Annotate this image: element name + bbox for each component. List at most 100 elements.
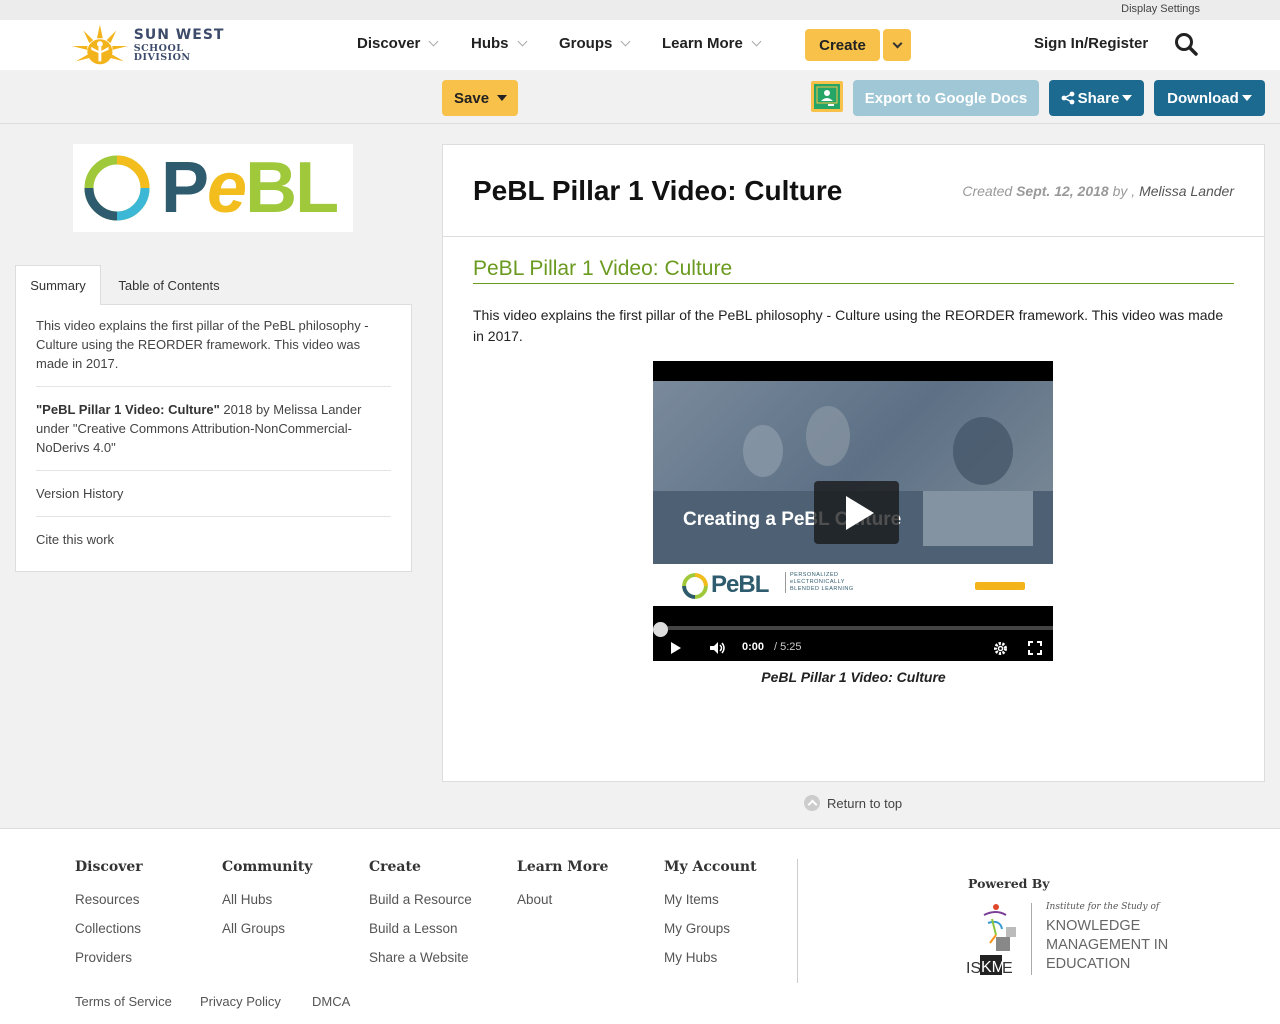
caret-down-icon	[497, 95, 508, 101]
play-icon	[845, 495, 874, 530]
footer-heading: Learn More	[517, 859, 609, 875]
site-header: SUN WEST SCHOOL DIVISION Discover Hubs G…	[0, 20, 1280, 70]
iskme-acronym-e: E	[1002, 960, 1013, 977]
license-title: "PeBL Pillar 1 Video: Culture"	[36, 402, 220, 417]
video-current-time: 0:00	[742, 641, 765, 653]
resource-meta: Created Sept. 12, 2018 by , Melissa Land…	[962, 183, 1234, 199]
video-caption: PeBL Pillar 1 Video: Culture	[761, 669, 946, 685]
sun-west-small-logo	[975, 582, 1025, 590]
footer-col-learn-more: Learn More About	[517, 859, 608, 914]
page-title: PeBL Pillar 1 Video: Culture	[473, 175, 843, 206]
create-button[interactable]: Create	[805, 29, 880, 61]
share-button[interactable]: Share	[1049, 80, 1144, 116]
nav-groups-label: Groups	[559, 35, 613, 52]
footer-heading: My Account	[664, 859, 757, 875]
author-link[interactable]: Melissa Lander	[1139, 183, 1234, 199]
pebl-circle-logo-icon	[84, 155, 150, 221]
footer-link-about[interactable]: About	[517, 885, 608, 914]
iskme-logo[interactable]: IS KM E Institute for the Study of KNOWL…	[966, 901, 1176, 981]
iskme-acronym-is: IS	[966, 960, 981, 977]
divider	[36, 516, 391, 517]
license-text: "PeBL Pillar 1 Video: Culture" 2018 by M…	[36, 400, 391, 457]
pebl-resource-logo: PeBL	[73, 144, 353, 232]
footer-link-providers[interactable]: Providers	[75, 943, 143, 972]
nav-discover[interactable]: Discover	[357, 35, 439, 52]
chevron-up-icon	[804, 795, 820, 811]
footer-col-create: Create Build a Resource Build a Lesson S…	[369, 859, 472, 972]
footer-link-my-groups[interactable]: My Groups	[664, 914, 757, 943]
footer-link-share-website[interactable]: Share a Website	[369, 943, 472, 972]
footer-link-all-hubs[interactable]: All Hubs	[222, 885, 312, 914]
footer-link-my-items[interactable]: My Items	[664, 885, 757, 914]
chevron-down-icon	[892, 38, 902, 48]
play-icon[interactable]	[670, 641, 682, 655]
classroom-person-icon	[816, 86, 838, 106]
section-title: PeBL Pillar 1 Video: Culture	[473, 257, 1234, 284]
save-button[interactable]: Save	[442, 80, 518, 116]
volume-icon[interactable]	[709, 641, 727, 655]
sun-west-logo[interactable]: SUN WEST SCHOOL DIVISION	[70, 20, 240, 70]
footer-link-collections[interactable]: Collections	[75, 914, 143, 943]
pebl-circle-logo-icon	[682, 573, 708, 599]
cite-work-link[interactable]: Cite this work	[36, 530, 391, 549]
tab-table-of-contents[interactable]: Table of Contents	[104, 265, 234, 305]
play-button[interactable]	[814, 481, 899, 544]
terms-of-service-link[interactable]: Terms of Service	[75, 994, 172, 1009]
footer-col-discover: Discover Resources Collections Providers	[75, 859, 143, 972]
video-frame: Creating a PeBL Culture	[653, 381, 1053, 564]
chevron-down-icon	[517, 36, 527, 47]
nav-groups[interactable]: Groups	[559, 35, 631, 52]
footer-col-community: Community All Hubs All Groups	[222, 859, 312, 943]
version-history-link[interactable]: Version History	[36, 484, 391, 503]
footer-link-my-hubs[interactable]: My Hubs	[664, 943, 757, 972]
dmca-link[interactable]: DMCA	[312, 994, 350, 1009]
title-row: PeBL Pillar 1 Video: Culture Created Sep…	[443, 145, 1264, 237]
nav-learn-more[interactable]: Learn More	[662, 35, 762, 52]
return-to-top-label: Return to top	[827, 795, 903, 811]
brand-name: SUN WEST	[133, 26, 225, 43]
privacy-policy-link[interactable]: Privacy Policy	[200, 994, 281, 1009]
footer-link-build-lesson[interactable]: Build a Lesson	[369, 914, 472, 943]
divider	[36, 470, 391, 471]
display-settings-link[interactable]: Display Settings	[1121, 3, 1200, 15]
video-player[interactable]: Creating a PeBL Culture PeBL PERSONALIZE…	[653, 361, 1053, 661]
tab-summary[interactable]: Summary	[15, 265, 101, 305]
banner-tagline: PERSONALIZED eLECTRONICALLY BLENDED LEAR…	[785, 572, 855, 593]
footer-link-all-groups[interactable]: All Groups	[222, 914, 312, 943]
created-date: Sept. 12, 2018	[1016, 183, 1109, 199]
footer-heading: Discover	[75, 859, 143, 875]
iskme-wordmark: Institute for the Study of KNOWLEDGE MAN…	[1046, 902, 1169, 972]
chevron-down-icon	[428, 36, 439, 47]
utility-bar: Display Settings	[0, 0, 1280, 20]
caret-down-icon	[1241, 95, 1252, 101]
summary-text: This video explains the first pillar of …	[36, 318, 369, 371]
download-button[interactable]: Download	[1154, 80, 1265, 116]
share-icon	[1061, 91, 1075, 105]
share-button-label: Share	[1077, 89, 1120, 107]
banner-logo-text: PeBL	[711, 571, 769, 598]
export-google-docs-button[interactable]: Export to Google Docs	[853, 80, 1039, 116]
fullscreen-icon[interactable]	[1028, 641, 1042, 655]
create-dropdown-button[interactable]	[883, 29, 911, 61]
footer-link-resources[interactable]: Resources	[75, 885, 143, 914]
video-scrubber-handle[interactable]	[653, 622, 668, 637]
brand-subtitle: SCHOOL DIVISION	[133, 42, 191, 63]
video-progress-bar[interactable]	[661, 626, 1053, 630]
nav-learn-more-label: Learn More	[662, 35, 743, 52]
chevron-down-icon	[620, 36, 631, 47]
save-button-label: Save	[454, 89, 490, 107]
divider	[36, 386, 391, 387]
sun-logo-icon	[71, 24, 128, 65]
nav-hubs-label: Hubs	[471, 35, 509, 52]
footer-heading: Create	[369, 859, 421, 875]
footer-link-build-resource[interactable]: Build a Resource	[369, 885, 472, 914]
return-to-top-link[interactable]: Return to top	[804, 795, 902, 811]
sign-in-register-link[interactable]: Sign In/Register	[1034, 35, 1148, 52]
pebl-wordmark: PeBL	[161, 148, 339, 228]
search-icon[interactable]	[1174, 32, 1198, 58]
google-classroom-icon[interactable]	[811, 81, 843, 112]
nav-hubs[interactable]: Hubs	[471, 35, 527, 52]
settings-gear-icon[interactable]	[993, 641, 1008, 656]
resource-description: This video explains the first pillar of …	[473, 307, 1224, 344]
chevron-down-icon	[751, 36, 762, 47]
